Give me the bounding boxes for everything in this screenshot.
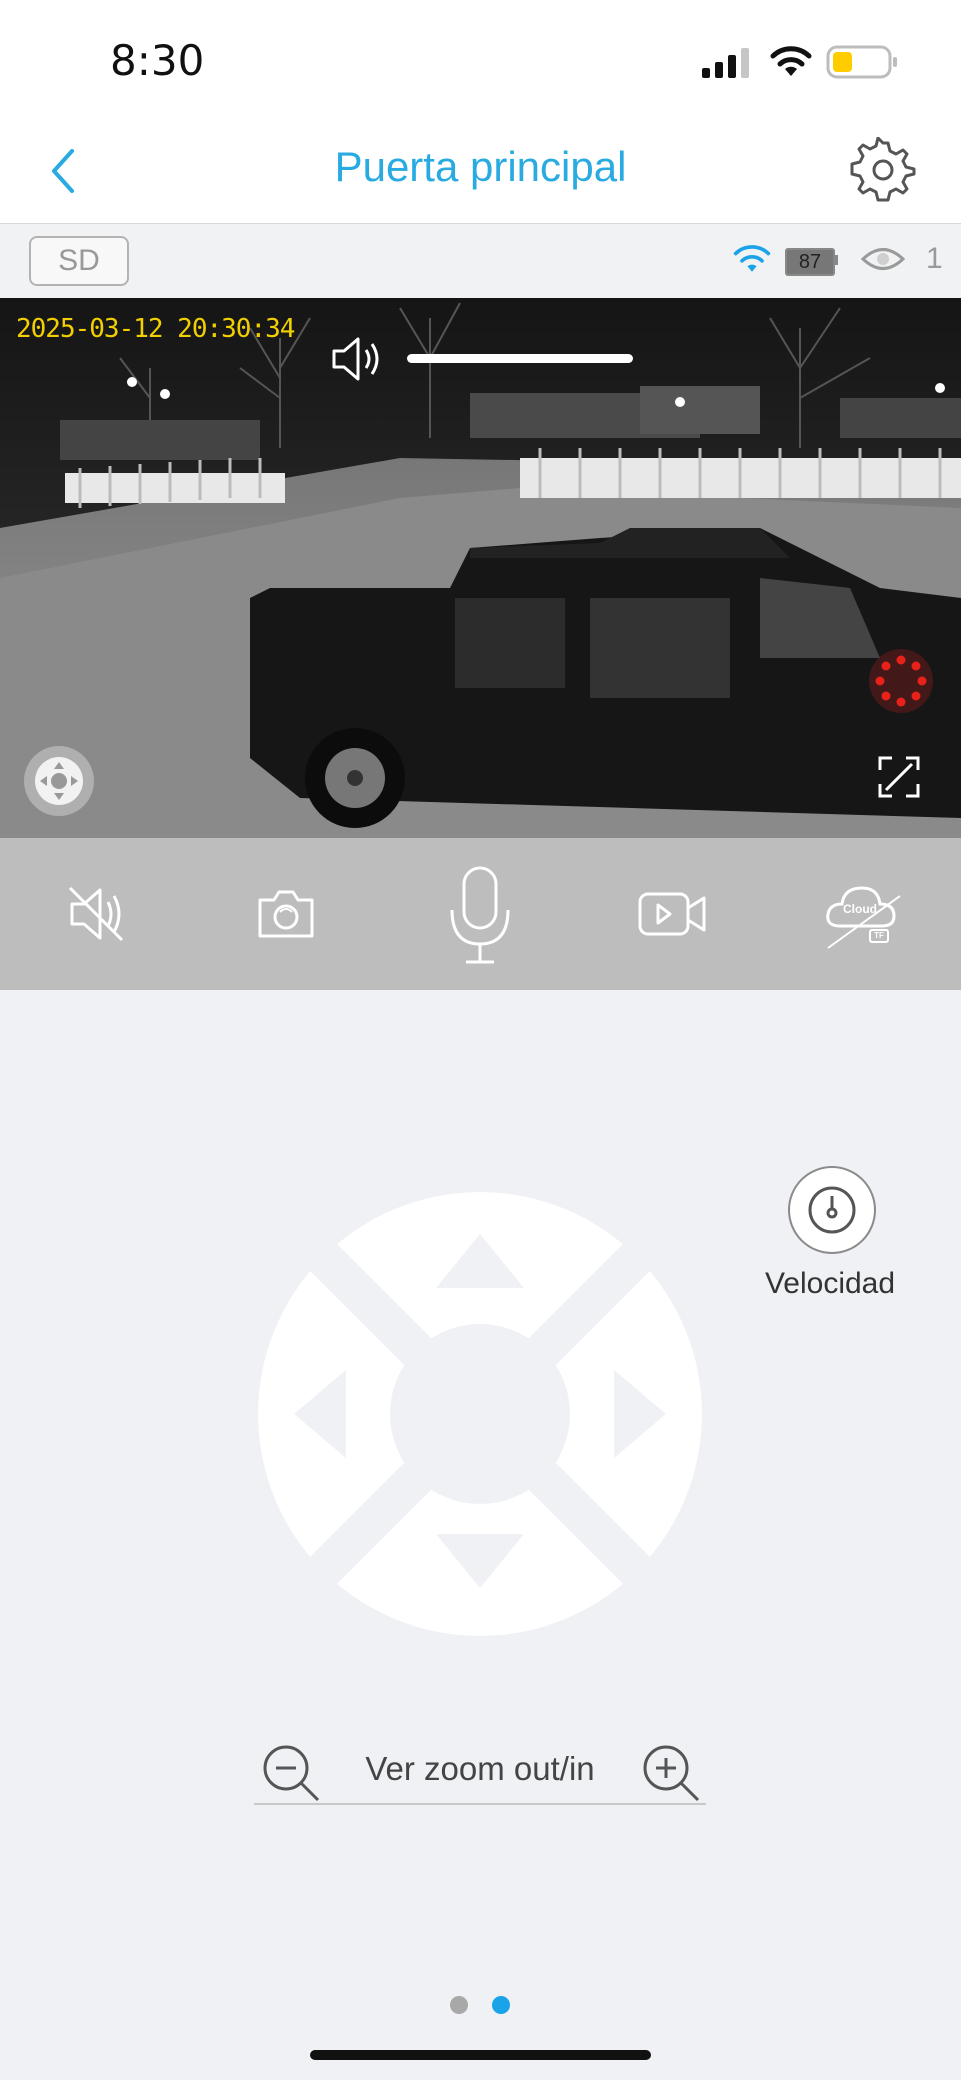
cloud-label: Cloud xyxy=(843,902,877,916)
speaker-muted-icon xyxy=(68,886,124,942)
camera-info-bar: SD 87 1 xyxy=(0,224,961,298)
camera-battery-tip xyxy=(834,255,838,265)
fullscreen-icon[interactable] xyxy=(876,754,922,800)
eye-icon xyxy=(860,248,906,270)
video-timestamp: 2025-03-12 20:30:34 xyxy=(16,314,295,344)
zoom-out-icon[interactable] xyxy=(260,1742,322,1804)
status-time: 8:30 xyxy=(110,36,205,85)
volume-slider[interactable] xyxy=(407,354,633,363)
sd-card-badge[interactable]: SD xyxy=(29,236,129,286)
mute-button[interactable] xyxy=(64,882,128,946)
camera-icon xyxy=(258,890,314,938)
ptz-toggle-button[interactable] xyxy=(24,746,94,816)
status-bar: 8:30 xyxy=(0,0,961,115)
tf-card-label: TF xyxy=(874,931,884,940)
camera-scene-image xyxy=(0,298,961,838)
camera-controls-bar: Cloud TF xyxy=(0,838,961,990)
zoom-in-icon[interactable] xyxy=(640,1742,702,1804)
chevron-left-icon xyxy=(52,149,74,193)
video-camera-icon xyxy=(638,892,706,936)
back-button[interactable] xyxy=(40,143,90,199)
wifi-icon xyxy=(770,46,812,76)
page-title: Puerta principal xyxy=(334,143,627,190)
battery-icon xyxy=(826,45,897,79)
speaker-volume-icon[interactable] xyxy=(330,334,386,384)
ptz-direction-pad[interactable] xyxy=(258,1192,702,1636)
settings-button[interactable] xyxy=(850,136,916,203)
snapshot-button[interactable] xyxy=(254,882,318,946)
page-dot-2[interactable] xyxy=(492,1996,510,2014)
camera-battery-level: 87 xyxy=(785,248,835,276)
viewer-count: 1 xyxy=(926,242,943,275)
loading-spinner-icon xyxy=(869,649,933,713)
gear-icon xyxy=(850,136,916,202)
page-dot-1[interactable] xyxy=(450,1996,468,2014)
velocity-label: Velocidad xyxy=(764,1267,896,1300)
nav-header: Puerta principal xyxy=(0,115,961,225)
cellular-signal-icon xyxy=(702,48,749,78)
talk-button[interactable] xyxy=(444,864,516,968)
direction-pad-icon xyxy=(35,757,83,805)
zoom-divider xyxy=(254,1803,706,1805)
cloud-button[interactable]: Cloud TF xyxy=(824,878,904,950)
velocity-button[interactable] xyxy=(788,1166,876,1254)
live-video-feed[interactable]: 2025-03-12 20:30:34 xyxy=(0,298,961,838)
microphone-icon xyxy=(450,866,510,964)
record-button[interactable] xyxy=(636,882,708,946)
zoom-label: Ver zoom out/in xyxy=(365,1750,595,1787)
home-indicator[interactable] xyxy=(310,2050,651,2060)
camera-wifi-icon xyxy=(733,245,771,272)
speedometer-icon xyxy=(808,1186,856,1234)
